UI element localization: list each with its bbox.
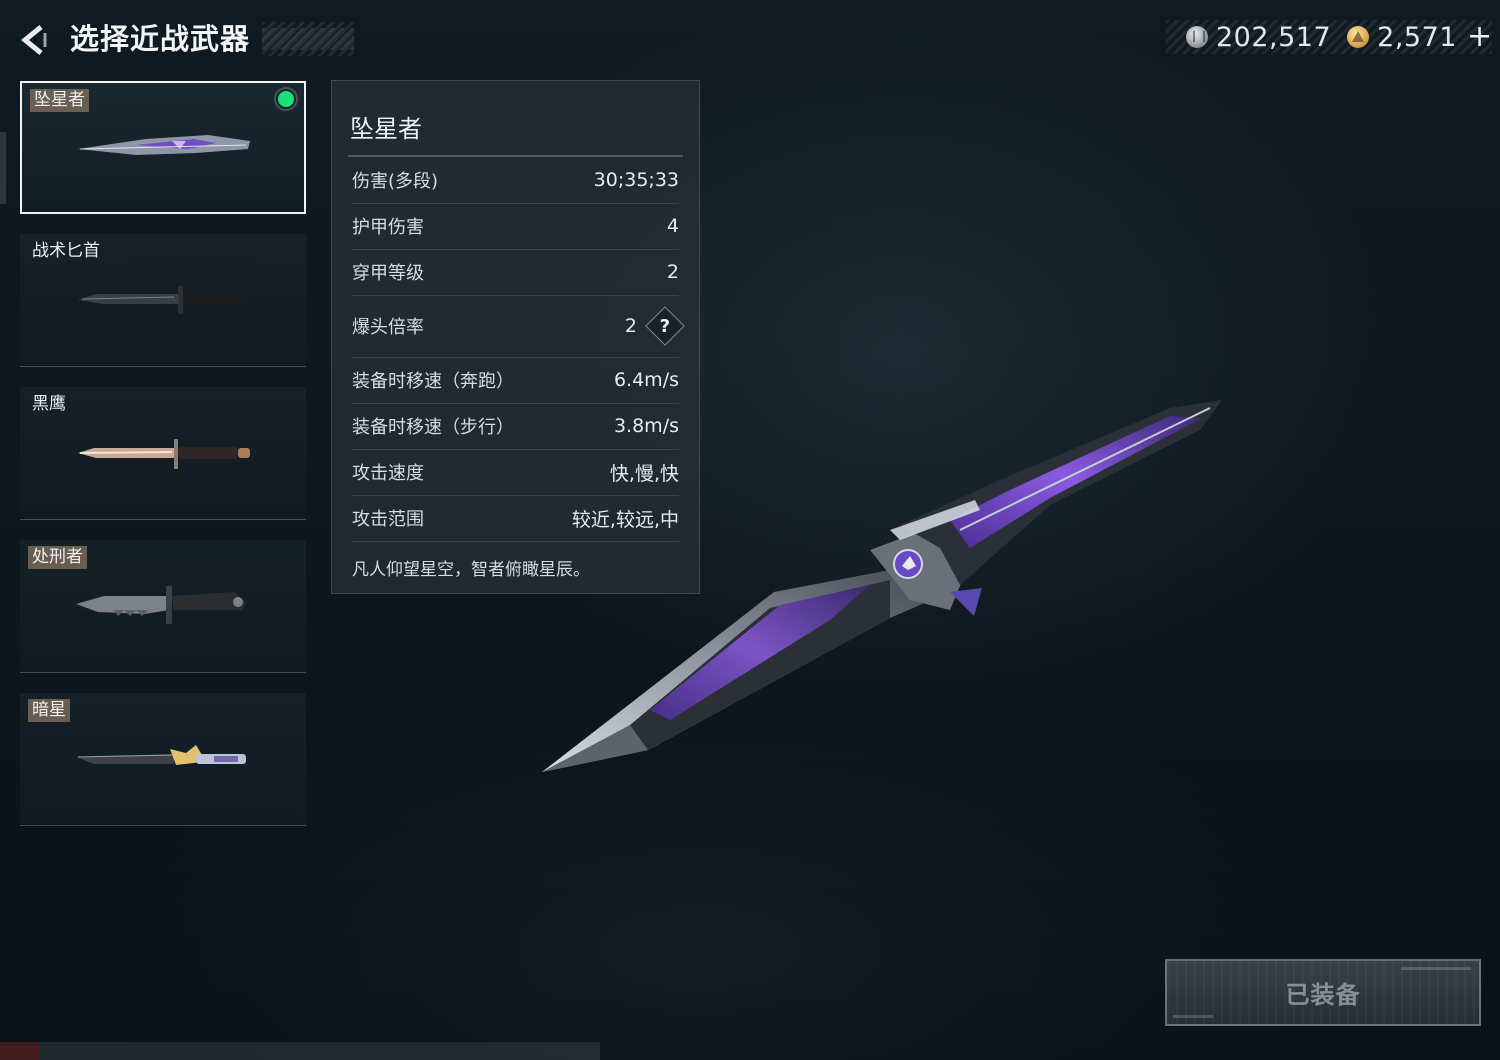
gold-coin-icon <box>1347 26 1370 48</box>
stat-label: 爆头倍率 <box>352 317 424 338</box>
weapon-card-black-hawk[interactable]: 黑鹰 <box>20 387 306 520</box>
stat-label: 装备时移速（步行） <box>352 417 514 438</box>
weapon-card-executioner[interactable]: 处刑者 <box>20 540 306 673</box>
starfall-knife-preview-icon[interactable] <box>530 380 1250 800</box>
stat-label: 穿甲等级 <box>352 263 424 284</box>
equipped-indicator-icon <box>276 89 296 109</box>
stat-label: 攻击范围 <box>352 509 424 530</box>
stats-weapon-title: 坠星者 <box>350 115 422 143</box>
add-currency-button[interactable]: + <box>1467 22 1492 52</box>
equipped-button-label: 已装备 <box>1285 981 1361 1009</box>
side-edge-decoration <box>0 132 6 204</box>
help-icon[interactable]: ? <box>645 306 685 346</box>
stat-row-headshot-multiplier: 爆头倍率 2 ? <box>352 295 685 358</box>
stat-label: 伤害(多段) <box>352 171 439 192</box>
back-button[interactable] <box>16 22 52 58</box>
stat-row-armor-damage: 护甲伤害 4 <box>352 203 679 250</box>
equipped-button[interactable]: 已装备 <box>1165 959 1481 1026</box>
weapon-name: 处刑者 <box>28 546 87 569</box>
stat-value: 2 <box>666 261 679 283</box>
knife-blackhawk-thumbnail-icon <box>78 439 250 469</box>
weapon-card-starfall[interactable]: 坠星者 <box>20 81 306 214</box>
button-decoration <box>1173 1015 1213 1018</box>
weapon-name: 战术匕首 <box>32 241 100 261</box>
knife-executioner-thumbnail-icon <box>76 586 246 624</box>
stat-value-wrap: 2 ? <box>624 306 685 346</box>
knife-starfall-thumbnail-icon <box>78 135 250 155</box>
stat-label: 护甲伤害 <box>352 217 424 238</box>
stat-value: 2 <box>624 315 637 337</box>
stat-value: 4 <box>666 215 679 237</box>
currency-bar: 202,517 2,571 + <box>1166 20 1492 54</box>
knife-tactical-thumbnail-icon <box>78 286 247 314</box>
back-arrow-icon <box>21 25 47 55</box>
stat-label: 装备时移速（奔跑） <box>352 371 514 392</box>
weapon-name: 坠星者 <box>30 89 89 112</box>
title-bar: 选择近战武器 <box>62 22 354 56</box>
stat-value: 30;35;33 <box>593 169 679 191</box>
silver-currency-value: 202,517 <box>1216 21 1332 53</box>
weapon-list: 坠星者 战术匕首 黑鹰 处刑者 暗星 <box>20 81 308 846</box>
gold-currency-value: 2,571 <box>1377 21 1457 53</box>
weapon-card-tactical-dagger[interactable]: 战术匕首 <box>20 234 306 367</box>
bottom-blurred-strip <box>0 1042 600 1060</box>
silver-coin-icon <box>1186 26 1208 48</box>
stat-row-penetration-level: 穿甲等级 2 <box>352 249 679 296</box>
weapon-name: 暗星 <box>28 699 70 722</box>
page-title: 选择近战武器 <box>70 22 251 56</box>
button-decoration <box>1401 967 1471 970</box>
weapon-card-dark-star[interactable]: 暗星 <box>20 693 306 826</box>
stat-label: 攻击速度 <box>352 463 424 484</box>
weapon-name: 黑鹰 <box>32 394 66 414</box>
stat-row-damage: 伤害(多段) 30;35;33 <box>352 157 679 204</box>
title-stripes-decoration <box>262 28 354 50</box>
knife-darkstar-thumbnail-icon <box>76 745 246 765</box>
